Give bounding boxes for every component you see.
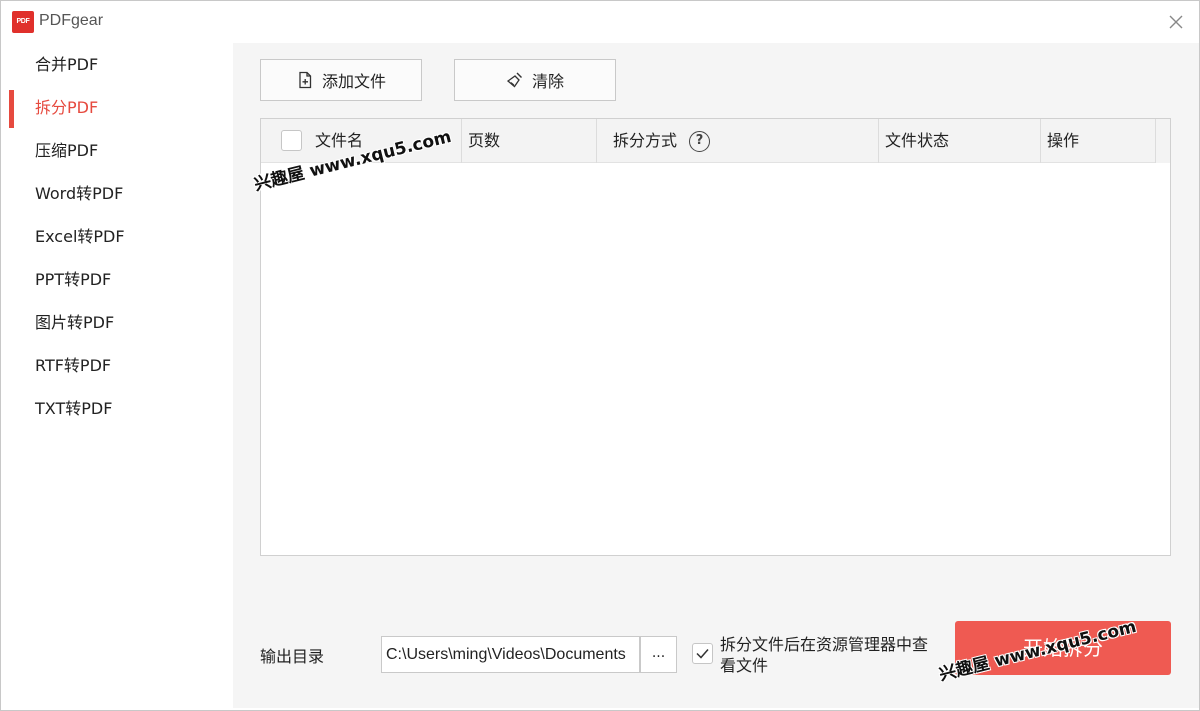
close-button[interactable] xyxy=(1167,13,1185,31)
column-header-split-mode: 拆分方式? xyxy=(597,119,879,163)
browse-button[interactable]: ... xyxy=(640,636,677,673)
add-file-button[interactable]: 添加文件 xyxy=(260,59,422,101)
sidebar-item-txt-to-pdf[interactable]: TXT转PDF xyxy=(1,387,233,430)
split-mode-label: 拆分方式 xyxy=(613,131,678,150)
sidebar-item-merge-pdf[interactable]: 合并PDF xyxy=(1,43,233,86)
open-after-split-checkbox[interactable] xyxy=(692,643,713,664)
clear-button[interactable]: 清除 xyxy=(454,59,616,101)
sidebar-item-ppt-to-pdf[interactable]: PPT转PDF xyxy=(1,258,233,301)
sidebar-item-split-pdf[interactable]: 拆分PDF xyxy=(1,86,233,129)
add-file-label: 添加文件 xyxy=(321,72,386,91)
output-path-field[interactable]: C:\Users\ming\Videos\Documents xyxy=(381,636,640,673)
column-header-status: 文件状态 xyxy=(879,119,1041,163)
add-file-icon xyxy=(299,71,312,89)
sidebar-nav: 合并PDF 拆分PDF 压缩PDF Word转PDF Excel转PDF PPT… xyxy=(1,43,233,710)
output-dir-label: 输出目录 xyxy=(260,647,325,666)
open-after-split-label: 拆分文件后在资源管理器中查看文件 xyxy=(720,635,929,675)
sidebar-item-rtf-to-pdf[interactable]: RTF转PDF xyxy=(1,344,233,387)
help-icon[interactable]: ? xyxy=(689,131,711,152)
title-bar: PDF PDFgear xyxy=(1,1,1199,43)
clear-label: 清除 xyxy=(531,72,564,91)
sidebar-item-image-to-pdf[interactable]: 图片转PDF xyxy=(1,301,233,344)
sidebar-item-word-to-pdf[interactable]: Word转PDF xyxy=(1,172,233,215)
app-title: PDFgear xyxy=(39,12,104,29)
column-header-pages: 页数 xyxy=(462,119,597,163)
sidebar-item-compress-pdf[interactable]: 压缩PDF xyxy=(1,129,233,172)
app-window: PDF PDFgear 合并PDF 拆分PDF 压缩PDF Word转PDF E… xyxy=(0,0,1200,711)
file-table: 文件名 页数 拆分方式? 文件状态 操作 xyxy=(260,118,1171,556)
column-header-actions: 操作 xyxy=(1041,119,1156,163)
sidebar-item-excel-to-pdf[interactable]: Excel转PDF xyxy=(1,215,233,258)
pdfgear-logo: PDF xyxy=(12,11,34,33)
checkmark-icon xyxy=(696,649,709,659)
broom-icon xyxy=(506,72,522,88)
header-scroll-spacer xyxy=(1156,119,1170,163)
close-icon xyxy=(1169,15,1183,29)
